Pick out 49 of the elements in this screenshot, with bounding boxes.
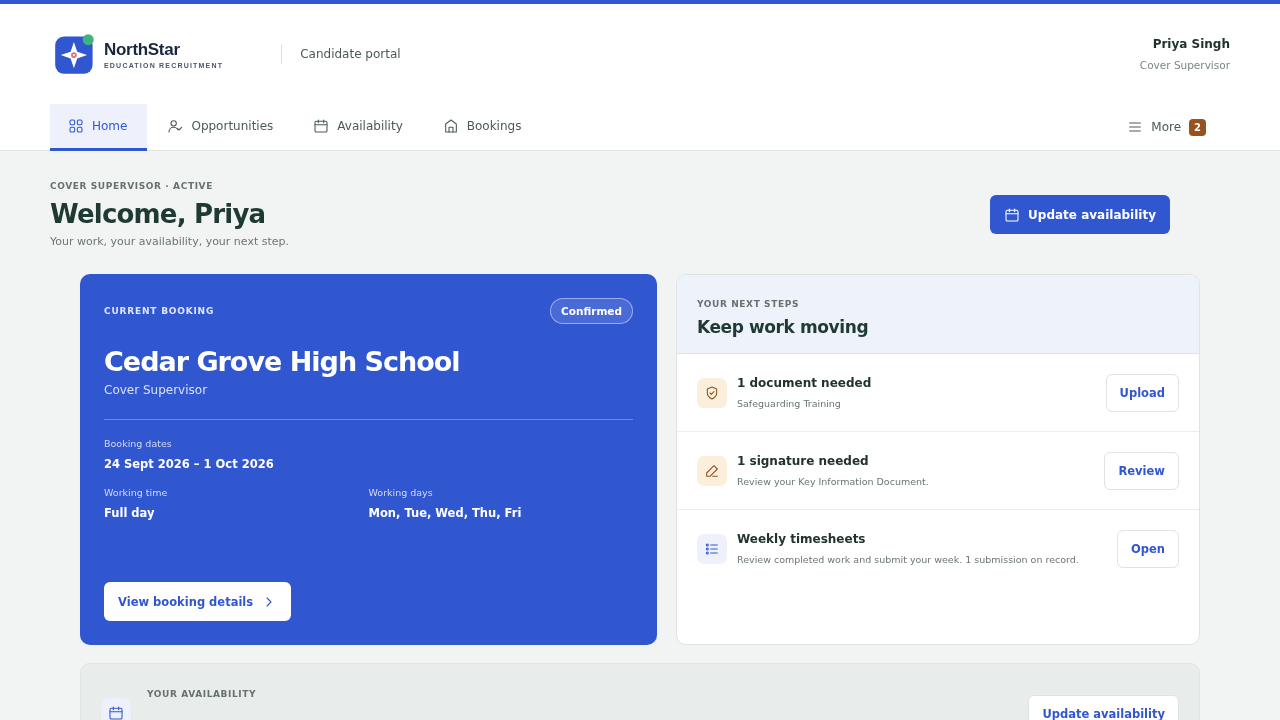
user-name: Priya Singh	[1151, 37, 1230, 51]
nav-tab[interactable]: Availability	[295, 104, 423, 151]
update-availability-button[interactable]: Update availability	[1028, 695, 1179, 720]
school-name: Cedar Grove High School	[104, 346, 461, 377]
step-action-button[interactable]: Open	[1117, 529, 1179, 568]
status-pill: Confirmed	[550, 298, 633, 324]
step-title: 1 signature needed	[737, 454, 870, 468]
list-icon	[704, 540, 720, 557]
nav-tab[interactable]: Home	[50, 104, 148, 151]
card-title: Keep work moving	[697, 317, 870, 337]
detail-value: Mon, Tue, Wed, Thu, Fri	[368, 506, 523, 520]
welcome-subtitle: Your work, your availability, your next step.	[50, 235, 290, 248]
grid-icon	[68, 118, 84, 134]
more-menu-button[interactable]: More 2	[1121, 104, 1212, 150]
update-availability-button[interactable]: Update availability	[990, 195, 1170, 234]
portal-label: Candidate portal	[281, 44, 401, 64]
menu-icon	[1127, 119, 1144, 135]
brand-name: NorthStar	[104, 39, 181, 60]
detail-value: Full day	[104, 506, 156, 520]
detail-label: Working time	[104, 487, 169, 498]
user-role: Cover Supervisor	[1139, 59, 1230, 71]
card-eyebrow: CURRENT BOOKING	[104, 306, 215, 316]
detail-label: Working days	[368, 487, 434, 498]
card-eyebrow: YOUR NEXT STEPS	[697, 299, 800, 309]
pencil-icon	[704, 462, 720, 479]
card-eyebrow: YOUR AVAILABILITY	[147, 689, 258, 699]
step-description: Review completed work and submit your week. 1 submission on record.	[737, 554, 1080, 565]
count-badge: 2	[1189, 118, 1206, 136]
step-action-button[interactable]: Upload	[1105, 373, 1179, 412]
step-title: 1 document needed	[737, 376, 873, 390]
detail-label: Booking dates	[104, 438, 173, 449]
nav-tab[interactable]: Opportunities	[149, 104, 294, 151]
calendar-icon	[108, 705, 124, 720]
calendar-icon	[1004, 206, 1021, 223]
view-details-button[interactable]: View booking details	[104, 582, 292, 621]
booking-role: Cover Supervisor	[104, 383, 209, 397]
calendar-icon	[313, 118, 330, 134]
compass-star-logo	[54, 32, 96, 76]
step-description: Safeguarding Training	[737, 398, 842, 409]
step-title: Weekly timesheets	[737, 532, 867, 546]
building-icon	[442, 118, 459, 134]
step-description: Review your Key Information Document.	[737, 476, 930, 487]
welcome-heading: Welcome, Priya	[50, 199, 267, 229]
person-icon	[167, 118, 184, 134]
nav-tab[interactable]: Bookings	[424, 104, 542, 151]
step-action-button[interactable]: Review	[1104, 451, 1179, 490]
status-eyebrow: COVER SUPERVISOR · ACTIVE	[50, 181, 214, 191]
detail-value: 24 Sept 2026 – 1 Oct 2026	[104, 457, 275, 471]
shield-icon	[704, 384, 720, 401]
